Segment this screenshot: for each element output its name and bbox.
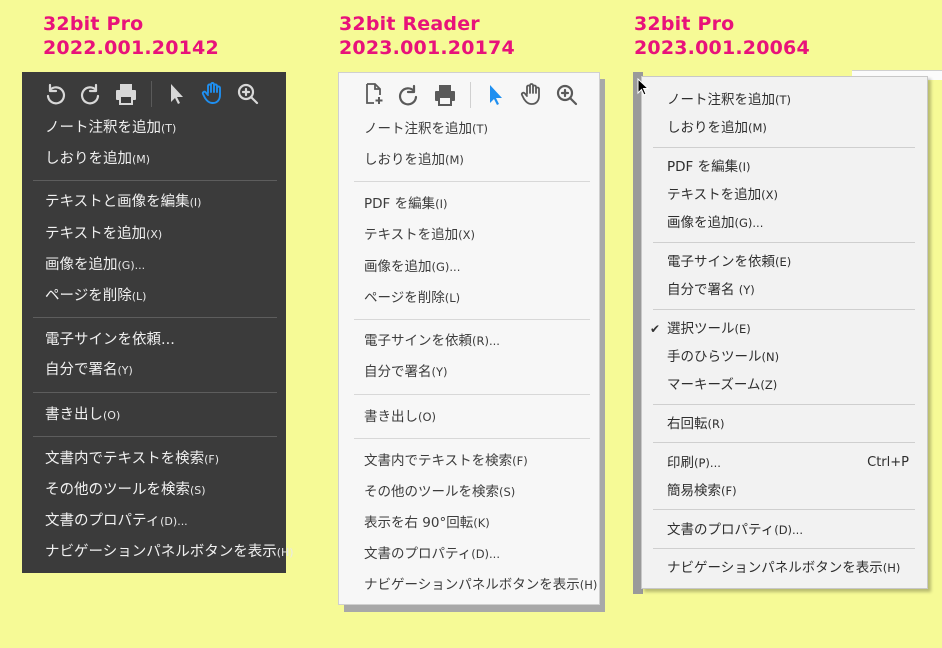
context-menu-pro-2022: ノート注釈を追加(T) しおりを追加(M) テキストと画像を編集(I) テキスト… [22, 72, 294, 573]
menu-separator [653, 147, 915, 148]
menu-item-find-tools[interactable]: その他のツールを検索(S) [45, 480, 206, 501]
menu-item-request-esign[interactable]: 電子サインを依頼(R)... [364, 331, 500, 351]
heading-32bit-pro-2023: 32bit Pro 2023.001.20064 [634, 12, 810, 60]
menu-item-sign-yourself[interactable]: 自分で署名 (Y) [667, 280, 755, 300]
menu-separator [33, 180, 277, 181]
hand-icon[interactable] [198, 79, 226, 107]
menu-item-add-image[interactable]: 画像を追加(G)... [667, 213, 763, 233]
menu-item-document-properties[interactable]: 文書のプロパティ(D)... [364, 544, 500, 564]
menu-item-print[interactable]: 印刷(P)... [667, 453, 721, 473]
heading-32bit-reader-2023: 32bit Reader 2023.001.20174 [339, 12, 515, 60]
print-shortcut: Ctrl+P [867, 455, 909, 470]
rotate-cw-icon[interactable] [77, 80, 105, 108]
menu-item-add-text[interactable]: テキストを追加(X) [45, 224, 162, 245]
menu-separator [33, 392, 277, 393]
menu-separator [653, 548, 915, 549]
menu-item-show-nav-panel[interactable]: ナビゲーションパネルボタンを表示(H) [364, 575, 597, 595]
menu-item-document-properties[interactable]: 文書のプロパティ(D)... [667, 520, 803, 540]
print-icon[interactable] [112, 80, 140, 108]
menu-item-export[interactable]: 書き出し(O) [364, 407, 436, 427]
menu-item-edit-pdf[interactable]: PDF を編集(I) [667, 157, 750, 177]
menu-separator [354, 319, 590, 320]
rotate-ccw-icon[interactable] [41, 80, 69, 108]
select-arrow-icon[interactable] [482, 81, 510, 109]
menu-item-edit-pdf[interactable]: PDF を編集(I) [364, 194, 447, 214]
menu-item-find-text[interactable]: 文書内でテキストを検索(F) [45, 449, 219, 470]
rotate-cw-icon[interactable] [395, 81, 423, 109]
menu-separator [33, 317, 277, 318]
menu-item-edit-text-image[interactable]: テキストと画像を編集(I) [45, 192, 201, 213]
menu-item-add-note[interactable]: ノート注釈を追加(T) [364, 119, 488, 139]
heading-line2: 2023.001.20174 [339, 37, 515, 59]
heading-line2: 2022.001.20142 [43, 37, 219, 59]
heading-line1: 32bit Reader [339, 13, 480, 35]
hand-icon[interactable] [517, 80, 545, 108]
menu-separator [653, 509, 915, 510]
menu-separator [354, 394, 590, 395]
menu-separator [653, 242, 915, 243]
zoom-in-icon[interactable] [234, 80, 262, 108]
menu-item-export[interactable]: 書き出し(O) [45, 405, 120, 426]
menu-item-request-esign[interactable]: 電子サインを依頼(E) [667, 252, 791, 272]
context-menu-reader-2023: ノート注釈を追加(T) しおりを追加(M) PDF を編集(I) テキストを追加… [338, 72, 600, 605]
menu-separator [354, 181, 590, 182]
heading-line1: 32bit Pro [43, 13, 144, 35]
print-icon[interactable] [431, 81, 459, 109]
mouse-pointer-icon [637, 77, 650, 100]
menu-separator [33, 436, 277, 437]
zoom-in-icon[interactable] [553, 81, 581, 109]
checkmark-icon: ✔ [650, 322, 661, 336]
menu-item-add-bookmark[interactable]: しおりを追加(M) [45, 149, 150, 170]
menu-item-show-nav-panel[interactable]: ナビゲーションパネルボタンを表示(H) [45, 542, 294, 563]
menu-item-delete-page[interactable]: ページを削除(L) [45, 286, 146, 307]
menu-item-delete-page[interactable]: ページを削除(L) [364, 288, 460, 308]
menu-item-quick-search[interactable]: 簡易検索(F) [667, 481, 737, 501]
menu-item-rotate-view-90[interactable]: 表示を右 90°回転(K) [364, 513, 490, 533]
menu-item-rotate-right[interactable]: 右回転(R) [667, 414, 724, 434]
select-arrow-icon[interactable] [163, 80, 191, 108]
menu-item-add-bookmark[interactable]: しおりを追加(M) [667, 118, 767, 138]
menu-item-request-esign[interactable]: 電子サインを依頼... [45, 330, 175, 351]
menu-item-add-text[interactable]: テキストを追加(X) [364, 225, 475, 245]
menu-separator [354, 438, 590, 439]
menu-item-hand-tool[interactable]: 手のひらツール(N) [667, 347, 779, 367]
menu-item-document-properties[interactable]: 文書のプロパティ(D)... [45, 511, 188, 532]
menu-item-add-note[interactable]: ノート注釈を追加(T) [45, 118, 176, 139]
menu-item-find-tools[interactable]: その他のツールを検索(S) [364, 482, 515, 502]
menu-separator [653, 404, 915, 405]
menu-item-add-text[interactable]: テキストを追加(X) [667, 185, 778, 205]
menu-item-select-tool[interactable]: 選択ツール(E) [667, 319, 751, 339]
context-menu-pro-2023: ノート注釈を追加(T) しおりを追加(M) PDF を編集(I) テキストを追加… [641, 76, 928, 589]
context-toolbar [22, 78, 286, 110]
menu-item-find-text[interactable]: 文書内でテキストを検索(F) [364, 451, 528, 471]
menu-item-sign-yourself[interactable]: 自分で署名(Y) [45, 360, 133, 381]
menu-item-sign-yourself[interactable]: 自分で署名(Y) [364, 362, 448, 382]
heading-line2: 2023.001.20064 [634, 37, 810, 59]
menu-separator [653, 442, 915, 443]
add-page-icon[interactable] [360, 80, 388, 108]
menu-item-add-image[interactable]: 画像を追加(G)... [364, 257, 460, 277]
menu-item-add-image[interactable]: 画像を追加(G)... [45, 255, 145, 276]
menu-item-add-bookmark[interactable]: しおりを追加(M) [364, 150, 464, 170]
menu-separator [653, 309, 915, 310]
menu-item-show-nav-panel[interactable]: ナビゲーションパネルボタンを表示(H) [667, 558, 900, 578]
menu-item-marquee-zoom[interactable]: マーキーズーム(Z) [667, 375, 777, 395]
heading-line1: 32bit Pro [634, 13, 735, 35]
heading-32bit-pro-2022: 32bit Pro 2022.001.20142 [43, 12, 219, 60]
menu-item-add-note[interactable]: ノート注釈を追加(T) [667, 90, 791, 110]
